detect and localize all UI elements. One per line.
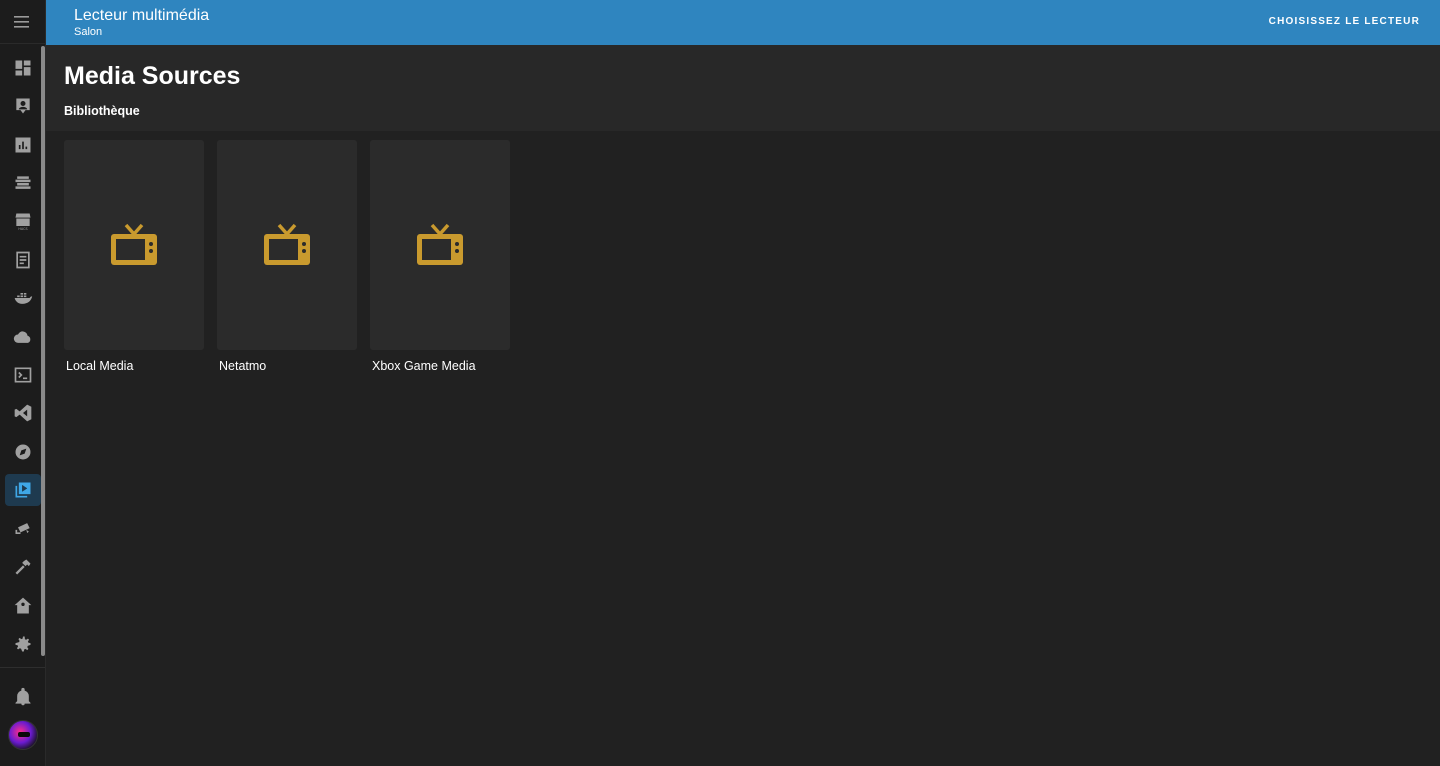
sidebar-item-cloud[interactable] <box>5 321 41 353</box>
gear-icon <box>15 636 31 652</box>
top-app-bar: Lecteur multimédia Salon CHOISISSEZ LE L… <box>46 0 1440 45</box>
page-header: Media Sources Bibliothèque <box>46 45 1440 131</box>
logbook-icon <box>15 137 31 153</box>
user-avatar[interactable] <box>8 720 38 750</box>
media-source-title: Xbox Game Media <box>372 359 476 373</box>
terminal-icon <box>14 367 32 383</box>
sidebar-item-logbook[interactable] <box>5 129 41 161</box>
hammer-icon <box>15 559 31 575</box>
sidebar-item-overview[interactable] <box>5 52 41 84</box>
media-source-title: Netatmo <box>219 359 267 373</box>
notifications-button[interactable] <box>5 681 41 713</box>
sidebar-item-media-browser[interactable] <box>5 474 41 506</box>
media-source-title: Local Media <box>66 359 134 373</box>
media-browser-icon <box>15 482 31 498</box>
tv-icon <box>264 223 310 265</box>
hacs-icon: HACS <box>15 213 31 231</box>
tv-icon <box>417 223 463 265</box>
sidebar-item-notes[interactable] <box>5 244 41 276</box>
vscode-icon <box>14 404 32 422</box>
sidebar-divider <box>0 667 45 668</box>
sidebar-item-history[interactable] <box>5 167 41 199</box>
sidebar-item-vscode[interactable] <box>5 397 41 429</box>
media-thumbnail[interactable] <box>64 140 204 350</box>
dashboard-icon <box>15 60 31 76</box>
sidebar-item-docker[interactable] <box>5 282 41 314</box>
media-source-card[interactable]: Xbox Game Media <box>370 140 510 373</box>
cctv-icon <box>15 523 30 534</box>
media-grid: Local Media Netatmo Xbox Game Media <box>46 131 1440 766</box>
sidebar-item-home-assistant[interactable] <box>5 590 41 622</box>
docker-icon <box>14 293 33 304</box>
sidebar-item-settings[interactable] <box>5 628 41 660</box>
map-icon <box>16 98 30 114</box>
home-assistant-icon <box>14 597 32 614</box>
sidebar-item-cctv[interactable] <box>5 513 41 545</box>
media-thumbnail[interactable] <box>217 140 357 350</box>
choose-player-button[interactable]: CHOISISSEZ LE LECTEUR <box>1269 16 1420 27</box>
sidebar-item-developer-tools[interactable] <box>5 551 41 583</box>
history-icon <box>15 176 31 189</box>
notes-icon <box>16 251 30 269</box>
media-source-card[interactable]: Netatmo <box>217 140 357 373</box>
compass-icon <box>15 444 31 460</box>
media-source-card[interactable]: Local Media <box>64 140 204 373</box>
sidebar-item-terminal[interactable] <box>5 359 41 391</box>
sidebar-scrollbar[interactable] <box>41 46 45 656</box>
bell-icon <box>15 687 31 706</box>
app-title: Lecteur multimédia <box>74 7 210 24</box>
sidebar: HACS <box>0 0 46 766</box>
menu-button[interactable] <box>0 0 45 44</box>
svg-text:HACS: HACS <box>18 227 27 231</box>
player-subtitle: Salon <box>74 26 103 38</box>
cloud-icon <box>13 331 31 343</box>
breadcrumb[interactable]: Bibliothèque <box>64 104 140 118</box>
page-title: Media Sources <box>64 62 241 90</box>
tv-icon <box>111 223 157 265</box>
sidebar-item-compass[interactable] <box>5 436 41 468</box>
hamburger-menu-icon <box>13 15 29 28</box>
sidebar-item-hacs[interactable]: HACS <box>5 205 41 237</box>
sidebar-item-map[interactable] <box>5 90 41 122</box>
media-thumbnail[interactable] <box>370 140 510 350</box>
